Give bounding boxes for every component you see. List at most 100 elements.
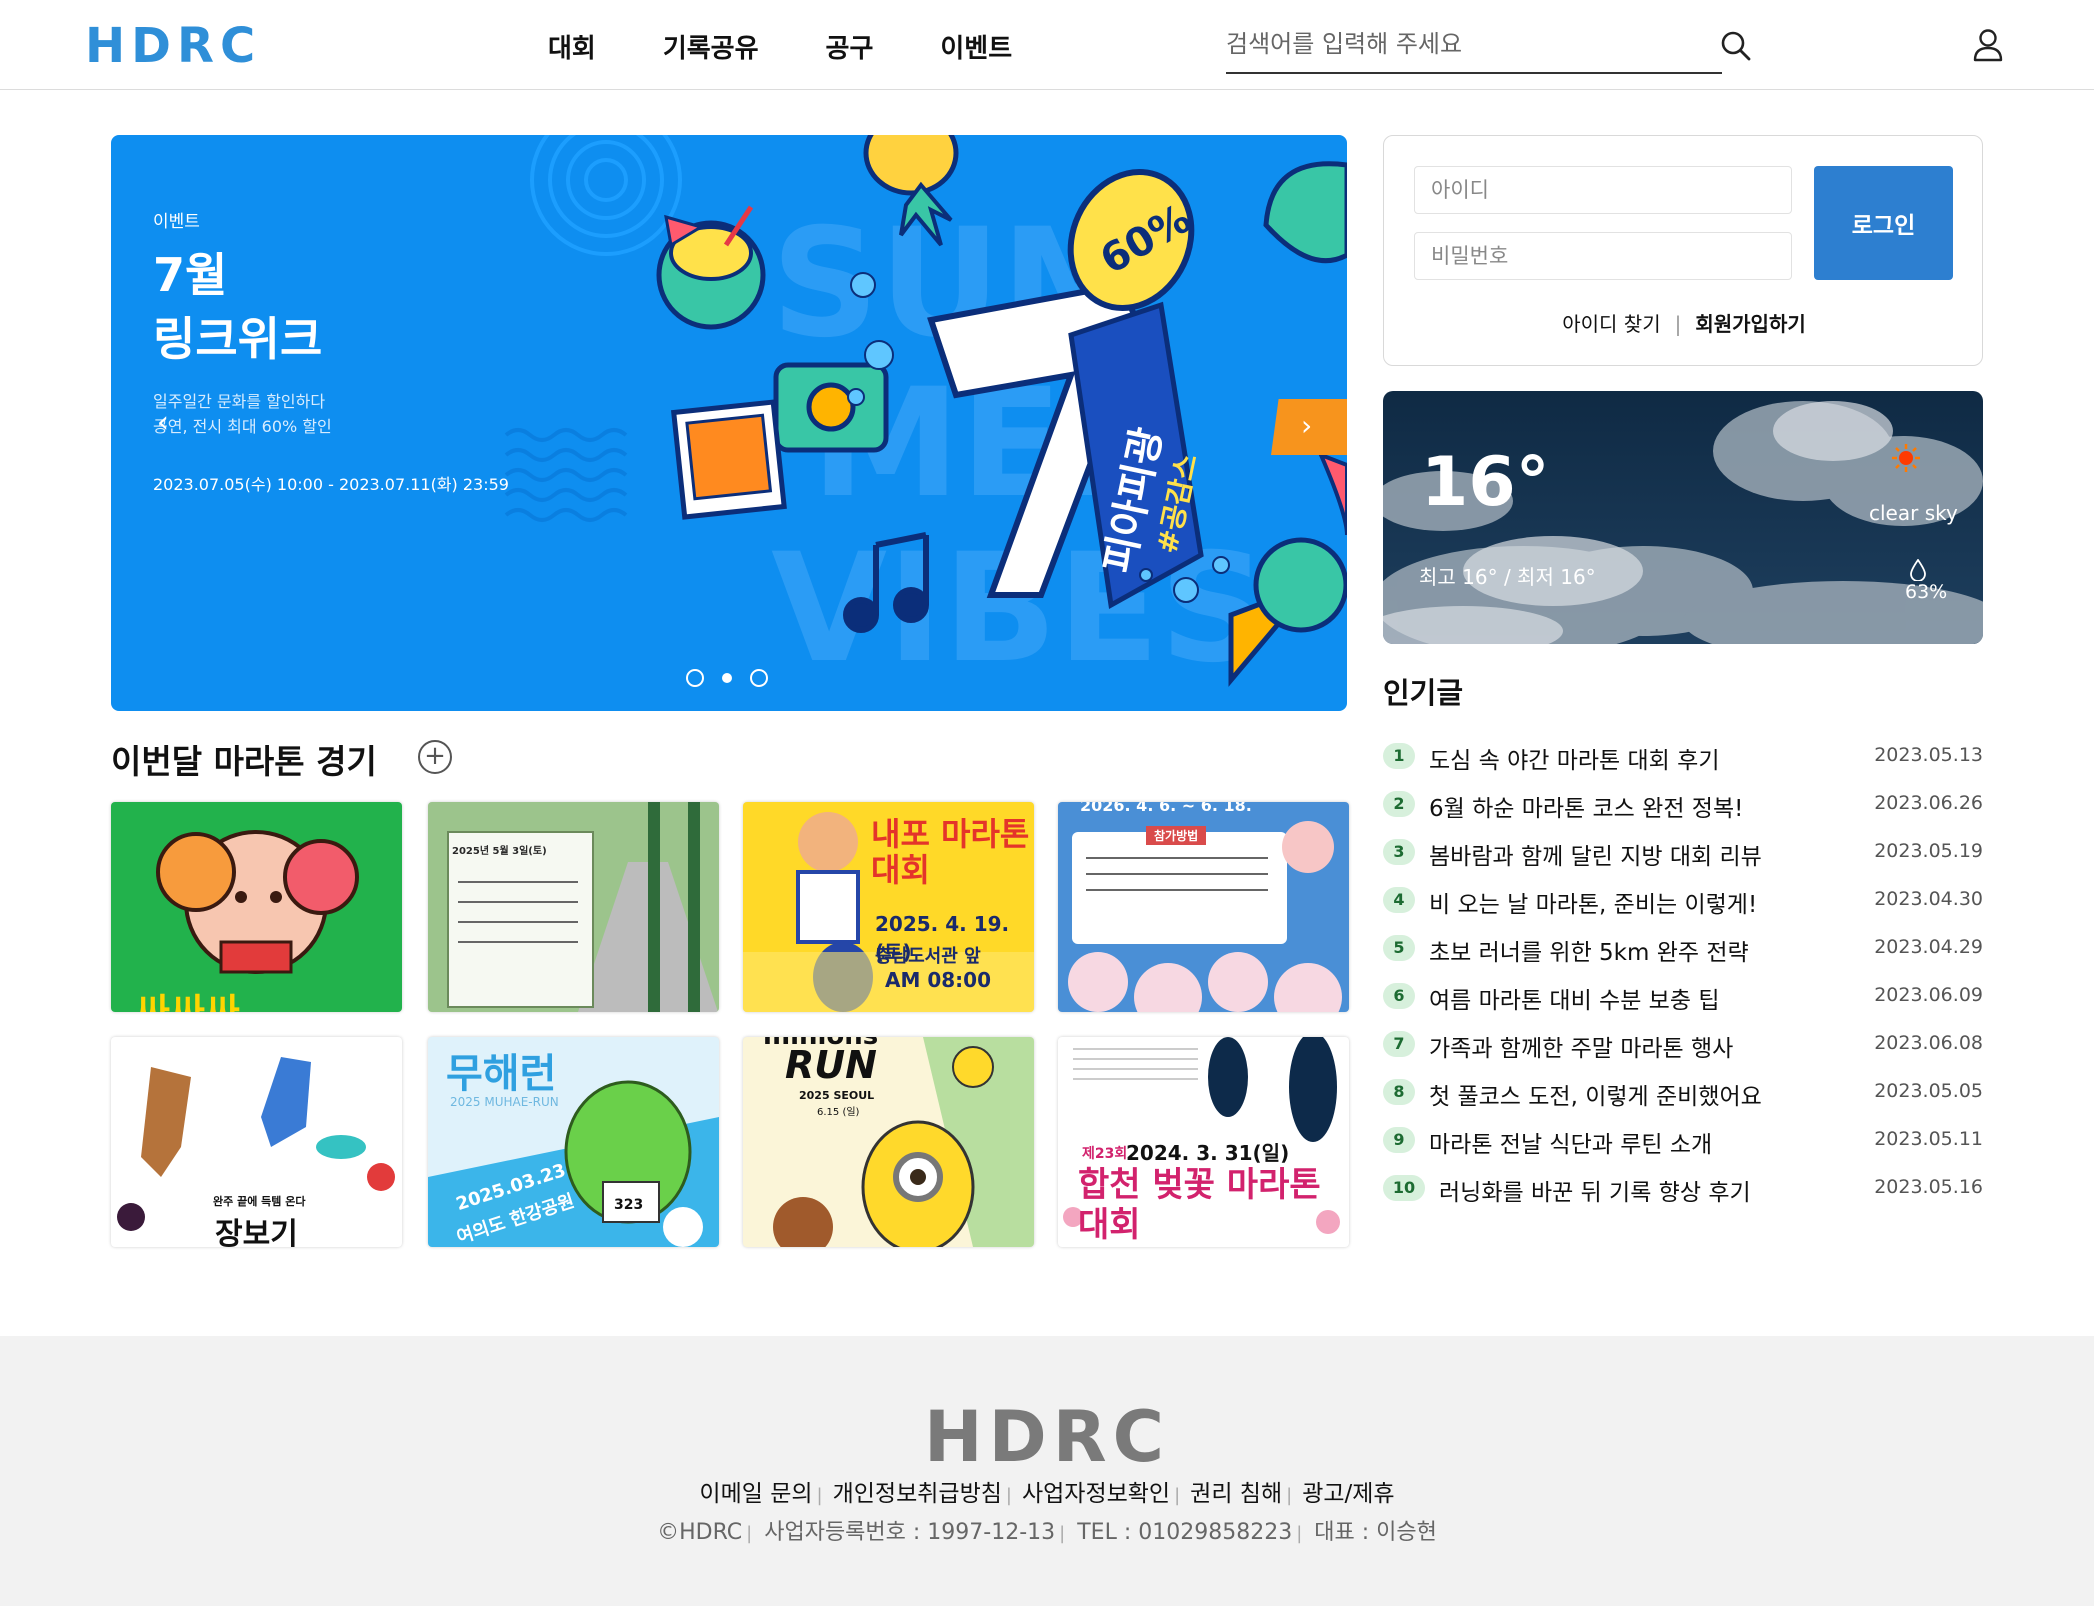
banner-tag: 이벤트 bbox=[153, 212, 200, 232]
post-title[interactable]: 러닝화를 바꾼 뒤 기록 향상 후기 bbox=[1439, 1173, 1751, 1207]
post-date: 2023.05.16 bbox=[1874, 1176, 1983, 1198]
footer-link-rights[interactable]: 권리 침해 bbox=[1190, 1481, 1282, 1507]
footer-divider: | bbox=[1059, 1523, 1066, 1544]
banner-date: 2023.07.05(수) 10:00 - 2023.07.11(화) 23:5… bbox=[153, 475, 509, 494]
event-banner[interactable]: SUM MER VIBES 피아피광 #공감스 60% 이벤트 7월 링크위크 … bbox=[111, 135, 1347, 711]
signup-link[interactable]: 회원가입하기 bbox=[1695, 312, 1805, 336]
temperature-range: 최고 16° / 최저 16° bbox=[1419, 565, 1596, 589]
slide-dot-3[interactable] bbox=[750, 669, 768, 687]
popular-post-item[interactable]: 6 여름 마라톤 대비 수분 보충 팁 2023.06.09 bbox=[1383, 977, 1983, 1025]
popular-post-item[interactable]: 3 봄바람과 함께 달린 지방 대회 리뷰 2023.05.19 bbox=[1383, 833, 1983, 881]
login-button[interactable]: 로그인 bbox=[1814, 166, 1953, 280]
poster-6-title: 무해런 bbox=[446, 1051, 557, 1097]
marathon-poster-8[interactable]: 제23회 2024. 3. 31(일) 합천 벚꽃 마라톤대회 bbox=[1058, 1037, 1349, 1247]
popular-post-item[interactable]: 9 마라톤 전날 식단과 루틴 소개 2023.05.11 bbox=[1383, 1121, 1983, 1169]
banner-prev-arrow-icon[interactable]: ‹ bbox=[157, 405, 169, 440]
popular-post-item[interactable]: 4 비 오는 날 마라톤, 준비는 이렇게! 2023.04.30 bbox=[1383, 881, 1983, 929]
footer-company-info: ©HDRC | 사업자등록번호 : 1997-12-13 | TEL : 0102985… bbox=[0, 1514, 2094, 1546]
nav-item-competition[interactable]: 대회 bbox=[548, 28, 596, 65]
marathon-poster-5[interactable]: 완주 끝에 득템 온다 장보기 bbox=[111, 1037, 402, 1247]
banner-pagination bbox=[686, 669, 768, 687]
nav-item-group-buy[interactable]: 공구 bbox=[826, 28, 874, 65]
footer-links: 이메일 문의 | 개인정보취급방침 | 사업자정보확인 | 권리 침해 | 광고/제휴 bbox=[0, 1474, 2094, 1508]
rank-badge: 1 bbox=[1383, 743, 1415, 769]
post-title[interactable]: 도심 속 야간 마라톤 대회 후기 bbox=[1429, 741, 1719, 775]
poster-4-date: 2026. 4. 6. ~ 6. 18. bbox=[1080, 802, 1252, 815]
marathon-poster-2[interactable]: 2025년 5월 3일(토) bbox=[428, 802, 719, 1012]
post-date: 2023.06.09 bbox=[1874, 984, 1983, 1006]
footer-divider: | bbox=[746, 1523, 753, 1544]
marathon-poster-4[interactable]: 2026. 4. 6. ~ 6. 18. 참가방법 bbox=[1058, 802, 1349, 1012]
poster-3-title: 내포 마라톤대회 bbox=[871, 815, 1030, 889]
poster-3-time: AM 08:00 bbox=[885, 968, 992, 992]
sun-icon bbox=[1892, 444, 1920, 472]
footer-divider: | bbox=[816, 1485, 823, 1506]
rank-badge: 2 bbox=[1383, 791, 1415, 817]
post-date: 2023.04.29 bbox=[1874, 936, 1983, 958]
popular-post-item[interactable]: 2 6월 하순 마라톤 코스 완전 정복! 2023.06.26 bbox=[1383, 785, 1983, 833]
marathon-poster-7[interactable]: minions RUN 2025 SEOUL 6.15 (일) bbox=[743, 1037, 1034, 1247]
marathon-poster-1[interactable]: 싸싸싸 bbox=[111, 802, 402, 1012]
post-date: 2023.05.19 bbox=[1874, 840, 1983, 862]
post-title[interactable]: 비 오는 날 마라톤, 준비는 이렇게! bbox=[1429, 885, 1757, 919]
poster-8-date: 2024. 3. 31(일) bbox=[1126, 1141, 1290, 1165]
post-title[interactable]: 첫 풀코스 도전, 이렇게 준비했어요 bbox=[1429, 1077, 1762, 1111]
popular-post-item[interactable]: 8 첫 풀코스 도전, 이렇게 준비했어요 2023.05.05 bbox=[1383, 1073, 1983, 1121]
poster-7-date: 6.15 (일) bbox=[817, 1107, 860, 1118]
popular-posts-title: 인기글 bbox=[1383, 676, 1464, 710]
footer-link-email[interactable]: 이메일 문의 bbox=[699, 1481, 812, 1507]
banner-next-button[interactable]: › bbox=[1271, 399, 1347, 455]
rank-badge: 4 bbox=[1383, 887, 1415, 913]
site-header: HDRC 대회 기록공유 공구 이벤트 bbox=[0, 0, 2094, 90]
post-date: 2023.04.30 bbox=[1874, 888, 1983, 910]
post-title[interactable]: 가족과 함께한 주말 마라톤 행사 bbox=[1429, 1029, 1733, 1063]
footer-link-privacy[interactable]: 개인정보취급방침 bbox=[833, 1481, 1002, 1507]
rank-badge: 10 bbox=[1383, 1175, 1425, 1201]
login-links: 아이디 찾기 | 회원가입하기 bbox=[1384, 308, 1984, 337]
banner-title: 7월 링크위크 bbox=[153, 248, 323, 366]
marathon-poster-6[interactable]: 무해런 2025 MUHAE-RUN 2025.03.23 여의도 한강공원 3… bbox=[428, 1037, 719, 1247]
username-input[interactable] bbox=[1414, 166, 1792, 214]
find-id-link[interactable]: 아이디 찾기 bbox=[1562, 312, 1660, 336]
poster-6-bib: 323 bbox=[614, 1197, 644, 1213]
popular-post-item[interactable]: 5 초보 러너를 위한 5km 완주 전략 2023.04.29 bbox=[1383, 929, 1983, 977]
popular-post-item[interactable]: 7 가족과 함께한 주말 마라톤 행사 2023.06.08 bbox=[1383, 1025, 1983, 1073]
rank-badge: 3 bbox=[1383, 839, 1415, 865]
footer-biz-no: 사업자등록번호 : 1997-12-13 bbox=[764, 1520, 1056, 1545]
post-title[interactable]: 초보 러너를 위한 5km 완주 전략 bbox=[1429, 933, 1749, 967]
search-input[interactable] bbox=[1226, 20, 1666, 68]
footer-divider: | bbox=[1174, 1485, 1181, 1506]
post-date: 2023.05.13 bbox=[1874, 744, 1983, 766]
footer-copyright: ©HDRC bbox=[657, 1520, 743, 1545]
popular-post-item[interactable]: 10 러닝화를 바꾼 뒤 기록 향상 후기 2023.05.16 bbox=[1383, 1169, 1983, 1217]
marathon-poster-3[interactable]: 내포 마라톤대회 2025. 4. 19.(토) 충남도서관 앞 AM 08:0… bbox=[743, 802, 1034, 1012]
poster-illustration bbox=[428, 802, 719, 1012]
humidity-drop-icon bbox=[1910, 559, 1926, 581]
post-title[interactable]: 봄바람과 함께 달린 지방 대회 리뷰 bbox=[1429, 837, 1762, 871]
user-icon[interactable] bbox=[1972, 28, 2004, 62]
post-title[interactable]: 6월 하순 마라톤 코스 완전 정복! bbox=[1429, 789, 1743, 823]
post-date: 2023.05.05 bbox=[1874, 1080, 1983, 1102]
search-icon[interactable] bbox=[1720, 30, 1752, 62]
post-title[interactable]: 여름 마라톤 대비 수분 보충 팁 bbox=[1429, 981, 1719, 1015]
footer-link-business-info[interactable]: 사업자정보확인 bbox=[1022, 1481, 1170, 1507]
poster-6-subtitle: 2025 MUHAE-RUN bbox=[450, 1095, 559, 1109]
footer-link-ads[interactable]: 광고/제휴 bbox=[1302, 1481, 1394, 1507]
slide-dot-1[interactable] bbox=[686, 669, 704, 687]
post-title[interactable]: 마라톤 전날 식단과 루틴 소개 bbox=[1429, 1125, 1712, 1159]
slide-dot-2[interactable] bbox=[722, 673, 732, 683]
poster-4-text: 참가방법 bbox=[1146, 826, 1207, 845]
chevron-right-icon: › bbox=[1301, 409, 1313, 442]
nav-item-record-share[interactable]: 기록공유 bbox=[663, 28, 759, 65]
rank-badge: 9 bbox=[1383, 1127, 1415, 1153]
more-plus-button[interactable]: + bbox=[418, 740, 452, 774]
site-logo[interactable]: HDRC bbox=[85, 18, 261, 74]
temperature: 16° bbox=[1421, 443, 1550, 522]
password-input[interactable] bbox=[1414, 232, 1792, 280]
popular-posts-list: 1 도심 속 야간 마라톤 대회 후기 2023.05.13 2 6월 하순 마… bbox=[1383, 737, 1983, 1217]
main-nav: 대회 기록공유 공구 이벤트 bbox=[548, 28, 1012, 65]
poster-7-subtitle: 2025 SEOUL bbox=[799, 1089, 875, 1102]
popular-post-item[interactable]: 1 도심 속 야간 마라톤 대회 후기 2023.05.13 bbox=[1383, 737, 1983, 785]
weather-widget: 16° 최고 16° / 최저 16° clear sky 63% bbox=[1383, 391, 1983, 644]
nav-item-event[interactable]: 이벤트 bbox=[940, 28, 1012, 65]
